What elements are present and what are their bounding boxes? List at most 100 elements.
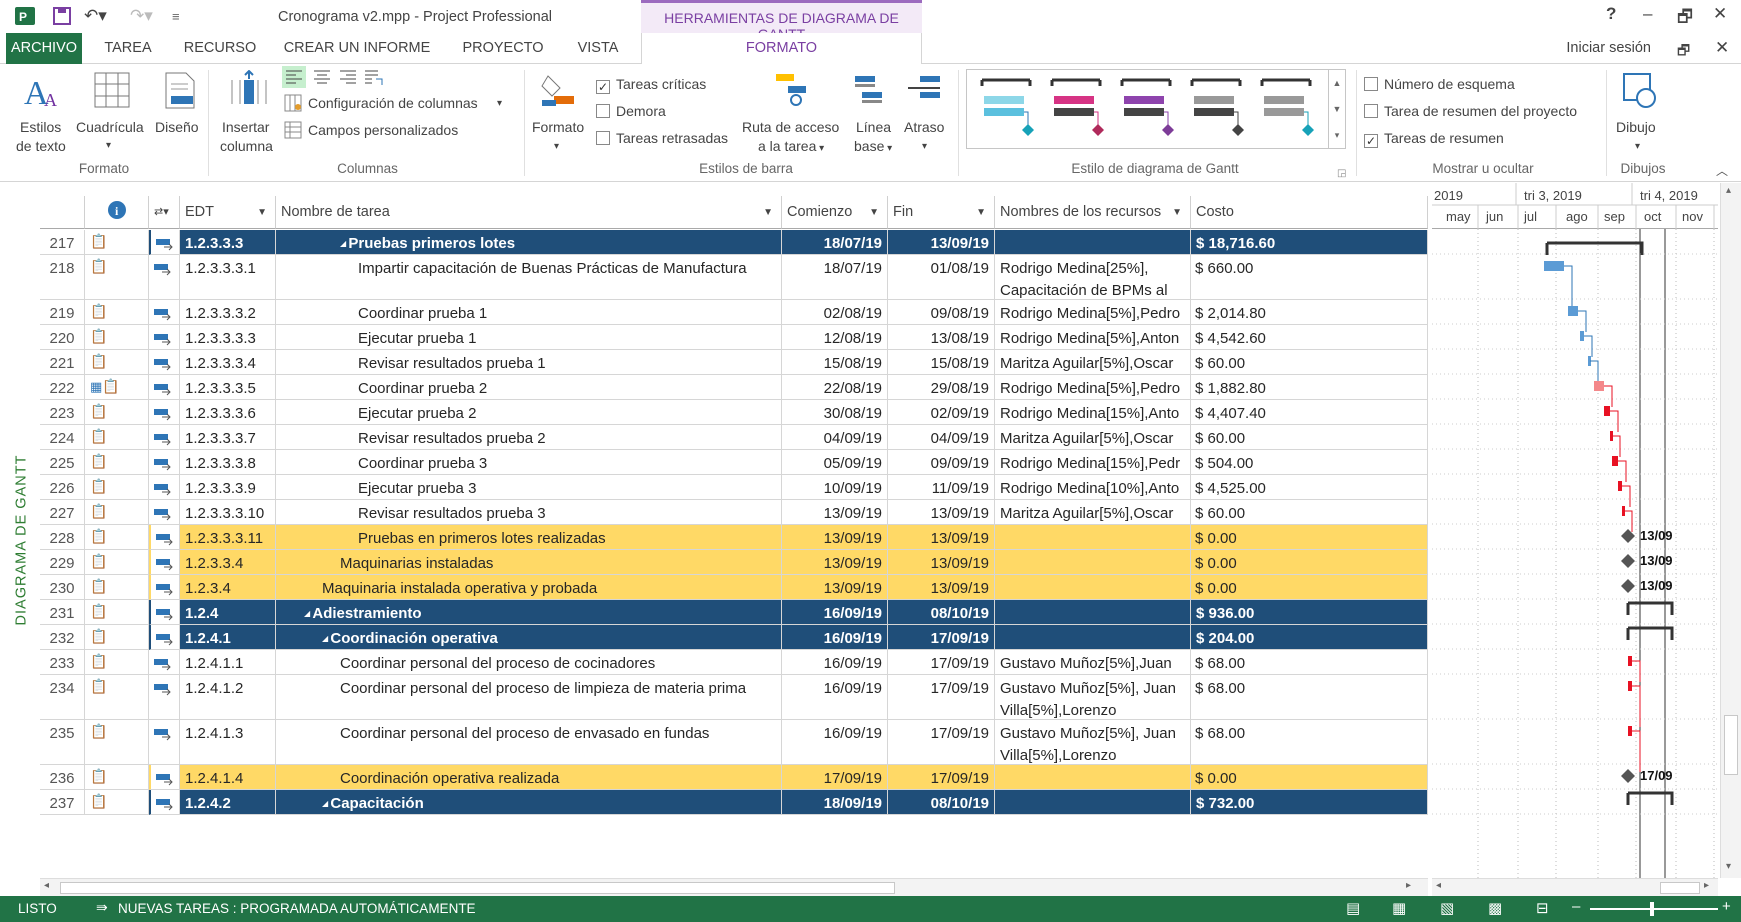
gantt-style-5[interactable] <box>1258 74 1314 143</box>
task-mode-icon[interactable] <box>149 790 180 815</box>
zoom-out-button[interactable]: – <box>1572 898 1580 915</box>
cost-cell[interactable]: $ 936.00 <box>1191 600 1428 625</box>
scroll-down-arrow[interactable]: ▾ <box>1726 861 1731 872</box>
wrap-text-icon[interactable] <box>362 66 386 91</box>
task-name-cell[interactable]: Coordinación operativa realizada <box>276 765 782 790</box>
task-name-cell[interactable]: Revisar resultados prueba 1 <box>276 350 782 375</box>
dibujo-dropdown[interactable]: ▾ <box>1635 137 1640 156</box>
notes-icon[interactable]: 📋 <box>85 790 149 815</box>
cost-cell[interactable]: $ 4,542.60 <box>1191 325 1428 350</box>
table-row[interactable]: 233 📋 1.2.4.1.1 Coordinar personal del proc… <box>40 650 1428 675</box>
start-cell[interactable]: 13/09/19 <box>782 575 888 600</box>
row-number[interactable]: 225 <box>40 450 85 475</box>
notes-icon[interactable]: 📋 <box>85 325 149 350</box>
start-cell[interactable]: 13/09/19 <box>782 525 888 550</box>
edt-cell[interactable]: 1.2.4 <box>180 600 276 625</box>
atraso-dropdown[interactable]: ▾ <box>922 137 927 156</box>
res-cell[interactable] <box>995 600 1191 625</box>
start-cell[interactable]: 04/09/19 <box>782 425 888 450</box>
res-cell[interactable]: Gustavo Muñoz[5%],Juan V <box>995 650 1191 675</box>
table-row[interactable]: 232 📋 1.2.4.1 ◢ Coordinación operativa 16/09… <box>40 625 1428 650</box>
row-number[interactable]: 228 <box>40 525 85 550</box>
start-cell[interactable]: 13/09/19 <box>782 500 888 525</box>
notes-icon[interactable]: 📋 <box>85 720 149 765</box>
tab-formato[interactable]: FORMATO <box>641 33 922 65</box>
cost-cell[interactable]: $ 1,882.80 <box>1191 375 1428 400</box>
estilos-label[interactable]: Estilos <box>20 118 61 137</box>
cost-cell[interactable]: $ 204.00 <box>1191 625 1428 650</box>
res-cell[interactable]: Rodrigo Medina[5%],Pedro <box>995 375 1191 400</box>
atraso-button[interactable]: Atraso <box>904 118 944 137</box>
align-left-icon[interactable] <box>282 66 306 91</box>
finish-cell[interactable]: 04/09/19 <box>888 425 995 450</box>
task-path-icon[interactable] <box>774 72 810 111</box>
table-row[interactable]: 222 ▦📋 1.2.3.3.3.5 Coordinar prueba 2 22/08/… <box>40 375 1428 400</box>
row-number[interactable]: 218 <box>40 255 85 300</box>
table-row[interactable]: 224 📋 1.2.3.3.3.7 Revisar resultados prueba… <box>40 425 1428 450</box>
task-mode-icon[interactable] <box>149 350 180 375</box>
task-name-cell[interactable]: Revisar resultados prueba 2 <box>276 425 782 450</box>
cost-cell[interactable]: $ 60.00 <box>1191 500 1428 525</box>
notes-icon[interactable]: 📋 <box>85 575 149 600</box>
insert-column-icon[interactable] <box>228 69 270 115</box>
table-row[interactable]: 227 📋 1.2.3.3.3.10 Revisar resultados prueb… <box>40 500 1428 525</box>
res-cell[interactable]: Gustavo Muñoz[5%], Juan Villa[5%],Lorenz… <box>995 675 1191 720</box>
edt-cell[interactable]: 1.2.4.2 <box>180 790 276 815</box>
cost-cell[interactable]: $ 504.00 <box>1191 450 1428 475</box>
demora-checkbox[interactable]: Demora <box>596 102 666 121</box>
edt-cell[interactable]: 1.2.3.3.3.9 <box>180 475 276 500</box>
edt-cell[interactable]: 1.2.3.3.3.4 <box>180 350 276 375</box>
notes-icon[interactable]: ▦📋 <box>85 375 149 400</box>
diseno-button[interactable]: Diseño <box>155 118 199 137</box>
tab-proyecto[interactable]: PROYECTO <box>456 33 550 64</box>
notes-icon[interactable]: 📋 <box>85 255 149 300</box>
start-cell[interactable]: 13/09/19 <box>782 550 888 575</box>
signin-link[interactable]: Iniciar sesión <box>1566 40 1651 56</box>
undo-icon[interactable]: ↶▾ <box>84 6 107 26</box>
row-number[interactable]: 229 <box>40 550 85 575</box>
restore-button[interactable]: 🗗 <box>1677 4 1693 33</box>
task-mode-icon[interactable] <box>149 255 180 300</box>
res-cell[interactable]: Rodrigo Medina[25%], Capacitación de BPM… <box>995 255 1191 300</box>
res-cell[interactable]: Rodrigo Medina[5%],Pedro <box>995 300 1191 325</box>
finish-cell[interactable]: 29/08/19 <box>888 375 995 400</box>
table-row[interactable]: 221 📋 1.2.3.3.3.4 Revisar resultados prueba… <box>40 350 1428 375</box>
start-cell[interactable]: 16/09/19 <box>782 720 888 765</box>
table-row[interactable]: 218 📋 1.2.3.3.3.1 Impartir capacitación de … <box>40 255 1428 300</box>
task-name-cell[interactable]: ◢ Adiestramiento <box>276 600 782 625</box>
table-row[interactable]: 219 📋 1.2.3.3.3.2 Coordinar prueba 1 02/08/1… <box>40 300 1428 325</box>
formato-bar-dropdown[interactable]: ▾ <box>554 137 559 156</box>
start-cell[interactable]: 18/07/19 <box>782 255 888 300</box>
resumen-proyecto-check[interactable] <box>1364 104 1378 118</box>
task-name-cell[interactable]: Maquinaria instalada operativa y probada <box>276 575 782 600</box>
notes-icon[interactable]: 📋 <box>85 300 149 325</box>
finish-cell[interactable]: 13/09/19 <box>888 500 995 525</box>
edt-cell[interactable]: 1.2.3.3.3 <box>180 230 276 255</box>
task-name-cell[interactable]: Coordinar personal del proceso de envasa… <box>276 720 782 765</box>
tab-tarea[interactable]: TAREA <box>96 33 160 64</box>
cuadricula-dropdown-icon[interactable]: ▾ <box>106 136 111 155</box>
finish-cell[interactable]: 01/08/19 <box>888 255 995 300</box>
notes-icon[interactable]: 📋 <box>85 475 149 500</box>
close-doc-icon[interactable]: ✕ <box>1715 38 1729 58</box>
task-mode-icon[interactable] <box>149 230 180 255</box>
slippage-icon[interactable] <box>906 72 942 111</box>
linea-label[interactable]: Línea <box>856 118 891 137</box>
notes-icon[interactable]: 📋 <box>85 500 149 525</box>
task-name-cell[interactable]: Maquinarias instaladas <box>276 550 782 575</box>
start-cell[interactable]: 16/09/19 <box>782 675 888 720</box>
cuadricula-button[interactable]: Cuadrícula <box>76 118 144 137</box>
task-mode-icon[interactable] <box>149 500 180 525</box>
notes-icon[interactable]: 📋 <box>85 425 149 450</box>
cost-cell[interactable]: $ 60.00 <box>1191 350 1428 375</box>
cost-cell[interactable]: $ 18,716.60 <box>1191 230 1428 255</box>
tab-recurso[interactable]: RECURSO <box>180 33 260 64</box>
cost-cell[interactable]: $ 0.00 <box>1191 525 1428 550</box>
res-cell[interactable] <box>995 790 1191 815</box>
notes-icon[interactable]: 📋 <box>85 450 149 475</box>
cost-cell[interactable]: $ 4,525.00 <box>1191 475 1428 500</box>
tab-archivo[interactable]: ARCHIVO <box>6 33 82 64</box>
task-mode-icon[interactable] <box>149 550 180 575</box>
header-task-name[interactable]: Nombre de tarea ▼ <box>276 196 782 229</box>
gantt-scroll-right[interactable]: ▸ <box>1704 880 1709 891</box>
